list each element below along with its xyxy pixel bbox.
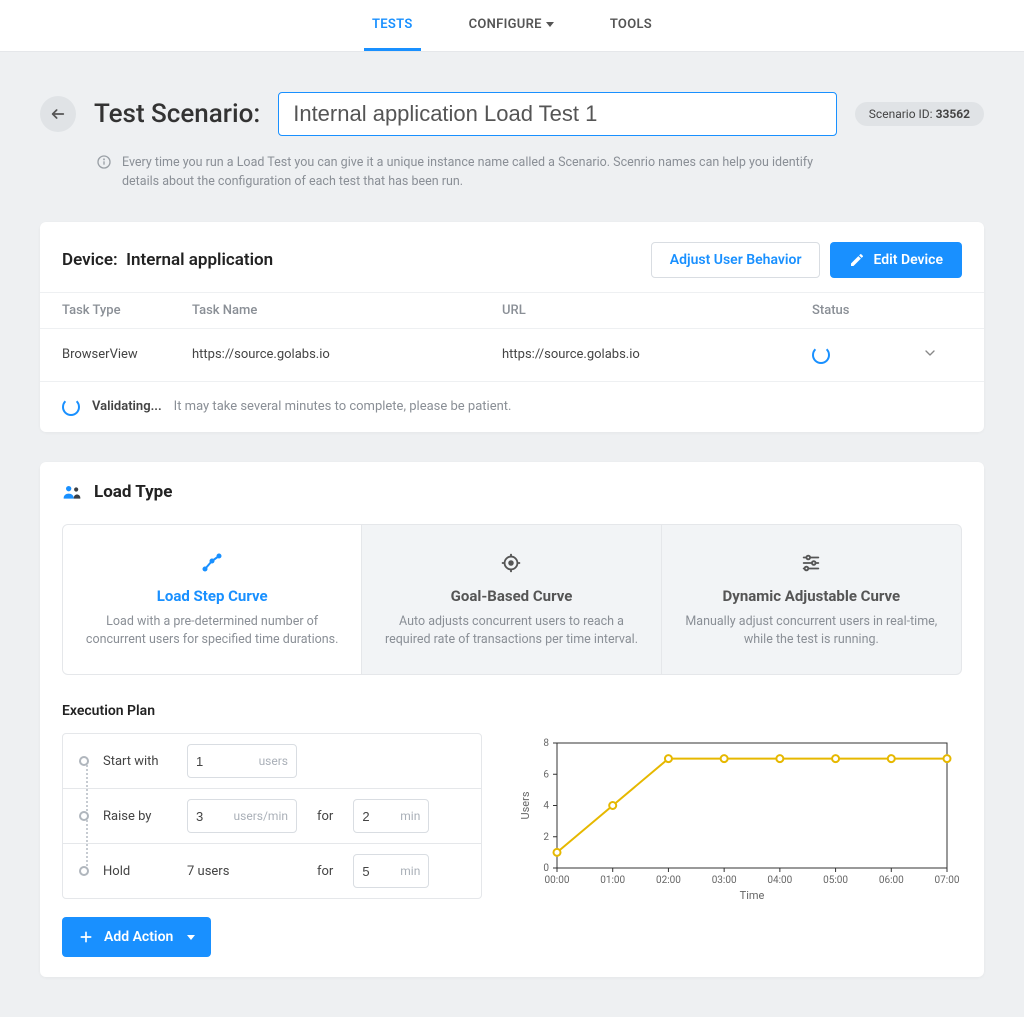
device-table-header: Task Type Task Name URL Status <box>40 292 984 329</box>
svg-text:8: 8 <box>543 738 549 749</box>
col-status: Status <box>812 303 922 318</box>
step-dot-icon <box>79 866 89 876</box>
step-curve-icon <box>200 551 224 575</box>
svg-text:03:00: 03:00 <box>712 875 737 886</box>
step-dot-icon <box>79 811 89 821</box>
chevron-down-icon <box>187 935 195 940</box>
svg-text:05:00: 05:00 <box>823 875 848 886</box>
svg-text:4: 4 <box>543 801 549 812</box>
add-action-button[interactable]: Add Action <box>62 917 211 957</box>
pencil-icon <box>849 252 865 268</box>
back-button[interactable] <box>40 96 76 132</box>
chevron-down-icon <box>546 22 554 27</box>
col-task-name: Task Name <box>192 303 502 318</box>
raise-for-input[interactable]: min <box>353 799 429 833</box>
load-type-options: Load Step Curve Load with a pre-determin… <box>62 524 962 676</box>
info-text: Every time you run a Load Test you can g… <box>96 154 816 192</box>
edit-device-button[interactable]: Edit Device <box>830 242 962 278</box>
nav-tab-configure[interactable]: CONFIGURE <box>461 1 562 51</box>
execution-plan-chart: 0 2 4 6 8 00:00 01:00 02:00 03:00 04:00 05:00 06:00… <box>512 733 962 907</box>
svg-text:Time: Time <box>740 889 765 902</box>
expand-row-button[interactable] <box>922 345 962 365</box>
execution-plan-label: Execution Plan <box>62 703 962 719</box>
page-title: Test Scenario: <box>94 99 260 129</box>
plus-icon <box>78 929 94 945</box>
cell-task-type: BrowserView <box>62 347 192 362</box>
svg-text:2: 2 <box>543 832 549 843</box>
title-row: Test Scenario: Scenario ID: 33562 <box>40 92 984 136</box>
svg-text:02:00: 02:00 <box>656 875 681 886</box>
svg-text:04:00: 04:00 <box>767 875 792 886</box>
raise-users-input[interactable]: users/min <box>187 799 297 833</box>
svg-text:Users: Users <box>519 791 532 819</box>
plan-step-hold: Hold 7 users for min <box>63 844 481 898</box>
device-table-row[interactable]: BrowserView https://source.golabs.io htt… <box>40 329 984 382</box>
info-icon <box>96 154 112 170</box>
scenario-name-input[interactable] <box>278 92 837 136</box>
line-chart: 0 2 4 6 8 00:00 01:00 02:00 03:00 04:00 05:00 06:00… <box>512 733 962 903</box>
cell-task-name: https://source.golabs.io <box>192 347 502 362</box>
users-icon <box>62 482 82 502</box>
svg-text:07:00: 07:00 <box>935 875 960 886</box>
spinner-icon <box>812 346 830 364</box>
start-users-input[interactable]: users <box>187 744 297 778</box>
nav-tab-tests[interactable]: TESTS <box>364 1 421 51</box>
adjust-user-behavior-button[interactable]: Adjust User Behavior <box>651 242 821 278</box>
svg-text:0: 0 <box>543 863 549 874</box>
svg-text:01:00: 01:00 <box>600 875 625 886</box>
nav-tab-tools[interactable]: TOOLS <box>602 1 660 51</box>
plan-step-start: Start with users <box>63 734 481 789</box>
load-type-step-curve[interactable]: Load Step Curve Load with a pre-determin… <box>63 525 362 675</box>
cell-url: https://source.golabs.io <box>502 347 812 362</box>
load-type-title: Load Type <box>62 482 962 502</box>
cell-status <box>812 346 922 364</box>
col-url: URL <box>502 303 812 318</box>
load-type-dynamic[interactable]: Dynamic Adjustable Curve Manually adjust… <box>662 525 961 675</box>
spinner-icon <box>62 398 80 416</box>
load-type-goal-based[interactable]: Goal-Based Curve Auto adjusts concurrent… <box>362 525 661 675</box>
top-nav: TESTS CONFIGURE TOOLS <box>0 0 1024 52</box>
device-title: Device: Internal application <box>62 250 273 270</box>
arrow-left-icon <box>50 106 66 122</box>
svg-text:6: 6 <box>543 769 549 780</box>
chevron-down-icon <box>922 345 938 361</box>
hold-for-input[interactable]: min <box>353 854 429 888</box>
plan-step-raise: Raise by users/min for min <box>63 789 481 844</box>
step-dot-icon <box>79 756 89 766</box>
svg-text:06:00: 06:00 <box>879 875 904 886</box>
col-task-type: Task Type <box>62 303 192 318</box>
device-card: Device: Internal application Adjust User… <box>40 222 984 432</box>
validating-row: Validating... It may take several minute… <box>40 382 984 432</box>
scenario-id-badge: Scenario ID: 33562 <box>855 102 984 126</box>
sliders-icon <box>800 552 822 574</box>
execution-plan-steps: Start with users Raise by users/min for <box>62 733 482 899</box>
svg-text:00:00: 00:00 <box>545 875 570 886</box>
target-icon <box>500 552 522 574</box>
